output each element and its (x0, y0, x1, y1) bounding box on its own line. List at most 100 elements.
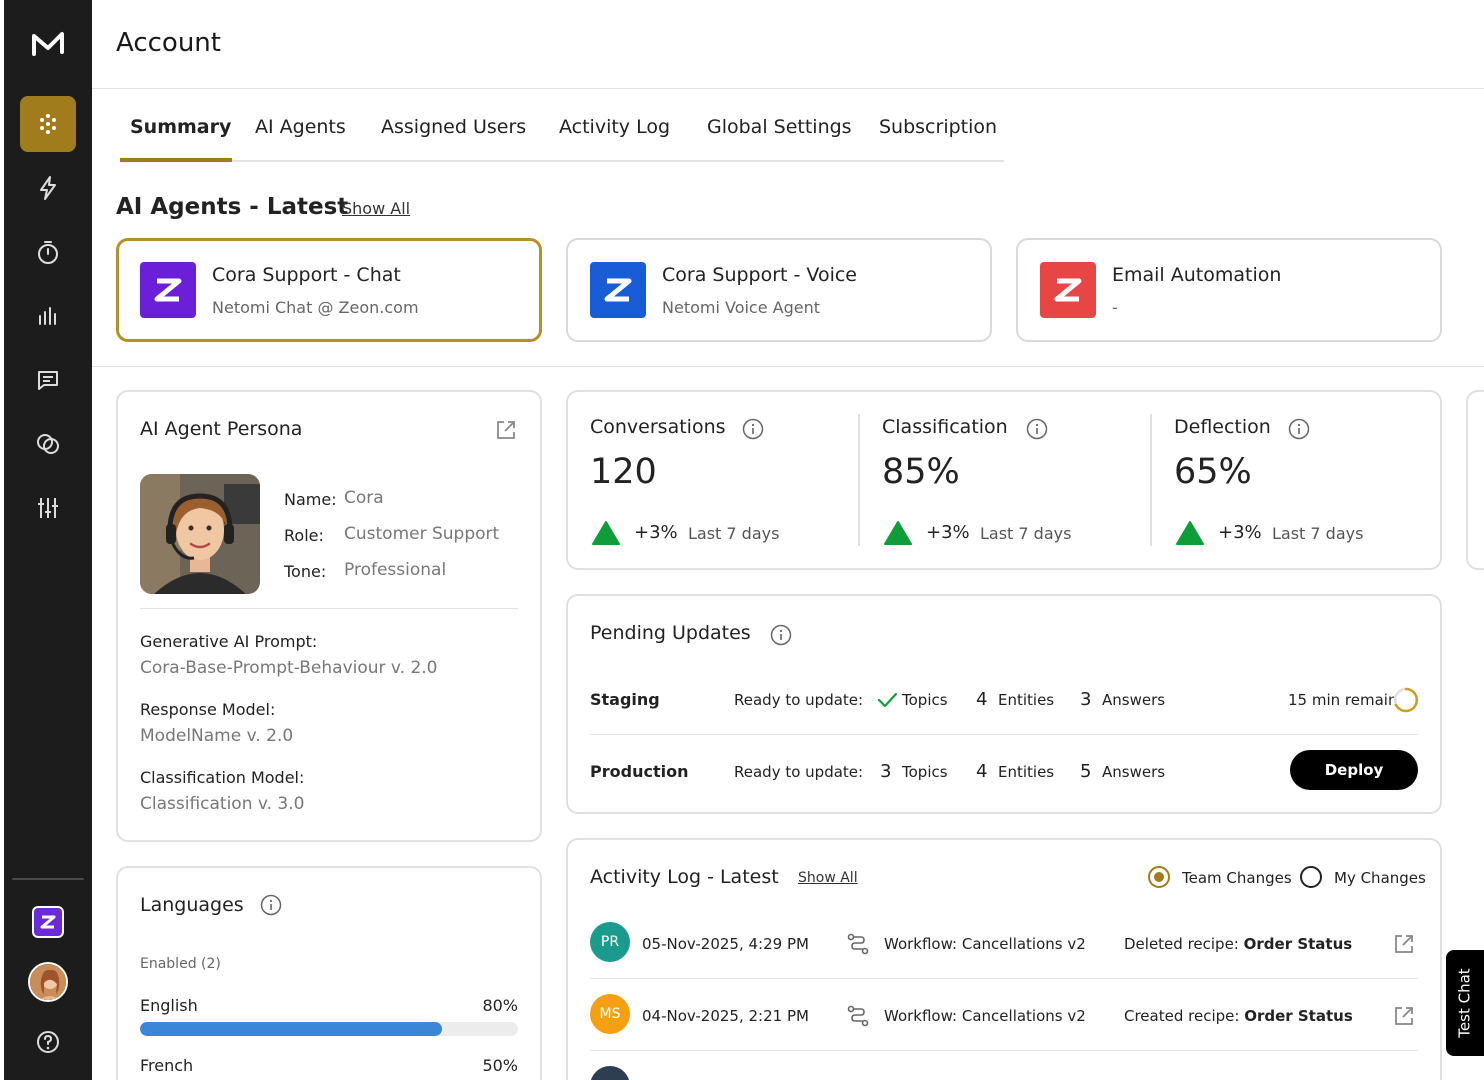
team-changes-radio[interactable] (1148, 866, 1170, 888)
info-icon[interactable] (742, 418, 764, 440)
sidebar-item-integrations[interactable] (20, 416, 76, 472)
languages-card: Languages Enabled (2) English 80% French… (116, 866, 542, 1080)
external-link-icon[interactable] (494, 418, 518, 442)
zeon-workspace-icon[interactable] (32, 906, 64, 938)
activity-divider (590, 1050, 1418, 1051)
active-tab-indicator (120, 158, 232, 162)
metric-conversations: Conversations 120 +3% Last 7 days (590, 392, 850, 568)
metric-divider (1150, 414, 1152, 546)
production-answers-count: 5 (1080, 761, 1092, 782)
sidebar-item-settings[interactable] (20, 480, 76, 536)
activity-show-all-link[interactable]: Show All (798, 870, 858, 886)
persona-role-value: Customer Support (344, 524, 500, 544)
header-divider (92, 88, 1484, 89)
page-title: Account (116, 28, 221, 58)
metrics-card: Conversations 120 +3% Last 7 days Classi… (566, 390, 1442, 570)
activity-description: Deleted recipe: Order Status (1124, 935, 1353, 953)
pending-updates-title: Pending Updates (590, 622, 751, 644)
sliders-icon (38, 498, 58, 518)
sidebar-item-conversations[interactable] (20, 352, 76, 408)
my-changes-radio[interactable] (1300, 866, 1322, 888)
metric-label: Conversations (590, 416, 726, 438)
agent-subtitle: - (1112, 298, 1118, 317)
production-topics-label: Topics (902, 763, 948, 781)
tab-global-settings[interactable]: Global Settings (707, 116, 852, 138)
info-icon[interactable] (770, 624, 792, 646)
tab-summary[interactable]: Summary (130, 116, 231, 138)
sidebar-item-automation[interactable] (20, 160, 76, 216)
deploy-button[interactable]: Deploy (1290, 750, 1418, 790)
overlap-circles-icon (37, 434, 59, 454)
agents-latest-title: AI Agents - Latest (116, 194, 349, 220)
staging-answers-label: Answers (1102, 691, 1166, 709)
metric-change: +3% (634, 522, 678, 543)
check-icon (877, 692, 898, 708)
tab-assigned-users[interactable]: Assigned Users (381, 116, 526, 138)
info-icon[interactable] (1026, 418, 1048, 440)
agent-name: Cora Support - Voice (662, 264, 857, 286)
metric-label: Classification (882, 416, 1008, 438)
metric-period: Last 7 days (980, 524, 1072, 543)
persona-tone-label: Tone: (284, 562, 327, 581)
test-chat-button[interactable]: Test Chat (1446, 950, 1484, 1056)
metric-change: +3% (926, 522, 970, 543)
metric-label: Deflection (1174, 416, 1271, 438)
sidebar-divider (12, 878, 84, 880)
production-entities-label: Entities (998, 763, 1055, 781)
tab-subscription[interactable]: Subscription (879, 116, 997, 138)
language-progress-bar (140, 1022, 518, 1036)
info-icon[interactable] (260, 894, 282, 916)
activity-user-avatar: PR (590, 922, 630, 962)
persona-role-label: Role: (284, 526, 324, 545)
info-icon[interactable] (1288, 418, 1310, 440)
grid-dots-icon (40, 114, 56, 134)
sidebar-item-dashboard[interactable] (20, 96, 76, 152)
zeon-logo-icon (590, 262, 646, 318)
metric-change: +3% (1218, 522, 1262, 543)
metric-divider (858, 414, 860, 546)
sidebar (4, 0, 92, 1080)
prompt-label: Generative AI Prompt: (140, 632, 318, 651)
external-link-icon[interactable] (1392, 1004, 1416, 1028)
activity-workflow: Workflow: Cancellations v2 (884, 1007, 1086, 1025)
sidebar-item-timer[interactable] (20, 224, 76, 280)
netomi-logo-icon[interactable] (28, 24, 68, 64)
my-changes-label: My Changes (1334, 869, 1426, 887)
staging-entities-label: Entities (998, 691, 1055, 709)
production-label: Production (590, 762, 689, 781)
classification-model-label: Classification Model: (140, 768, 305, 787)
language-name: English (140, 996, 198, 1015)
staging-ready-label: Ready to update: (734, 691, 864, 709)
agent-card-voice[interactable]: Cora Support - Voice Netomi Voice Agent (566, 238, 992, 342)
agent-subtitle: Netomi Chat @ Zeon.com (212, 298, 419, 317)
zeon-logo-icon (1040, 262, 1096, 318)
lightning-icon (40, 176, 56, 200)
activity-workflow: Workflow: Cancellations v2 (884, 935, 1086, 953)
message-icon (38, 371, 58, 390)
agent-name: Cora Support - Chat (212, 264, 401, 286)
external-link-icon[interactable] (1392, 932, 1416, 956)
response-model-label: Response Model: (140, 700, 276, 719)
user-avatar[interactable] (28, 962, 68, 1002)
sidebar-item-analytics[interactable] (20, 288, 76, 344)
persona-tone-value: Professional (344, 560, 447, 580)
tab-ai-agents[interactable]: AI Agents (255, 116, 346, 138)
help-icon[interactable] (34, 1028, 62, 1056)
metric-period: Last 7 days (1272, 524, 1364, 543)
agents-show-all-link[interactable]: Show All (342, 199, 410, 218)
agent-card-email[interactable]: Email Automation - (1016, 238, 1442, 342)
activity-divider (590, 978, 1418, 979)
offscreen-card (1466, 390, 1484, 570)
metric-value: 85% (882, 452, 960, 492)
agent-card-chat[interactable]: Cora Support - Chat Netomi Chat @ Zeon.c… (116, 238, 542, 342)
staging-topics-label: Topics (902, 691, 948, 709)
bar-chart-icon (39, 307, 56, 325)
activity-log-title: Activity Log - Latest (590, 866, 779, 888)
tab-activity-log[interactable]: Activity Log (559, 116, 670, 138)
trend-up-icon (592, 521, 620, 545)
language-percent: 80% (482, 996, 518, 1015)
production-entities-count: 4 (976, 761, 988, 782)
zeon-logo-icon (140, 262, 196, 318)
staging-entities-count: 4 (976, 689, 988, 710)
classification-model-value: Classification v. 3.0 (140, 794, 305, 814)
